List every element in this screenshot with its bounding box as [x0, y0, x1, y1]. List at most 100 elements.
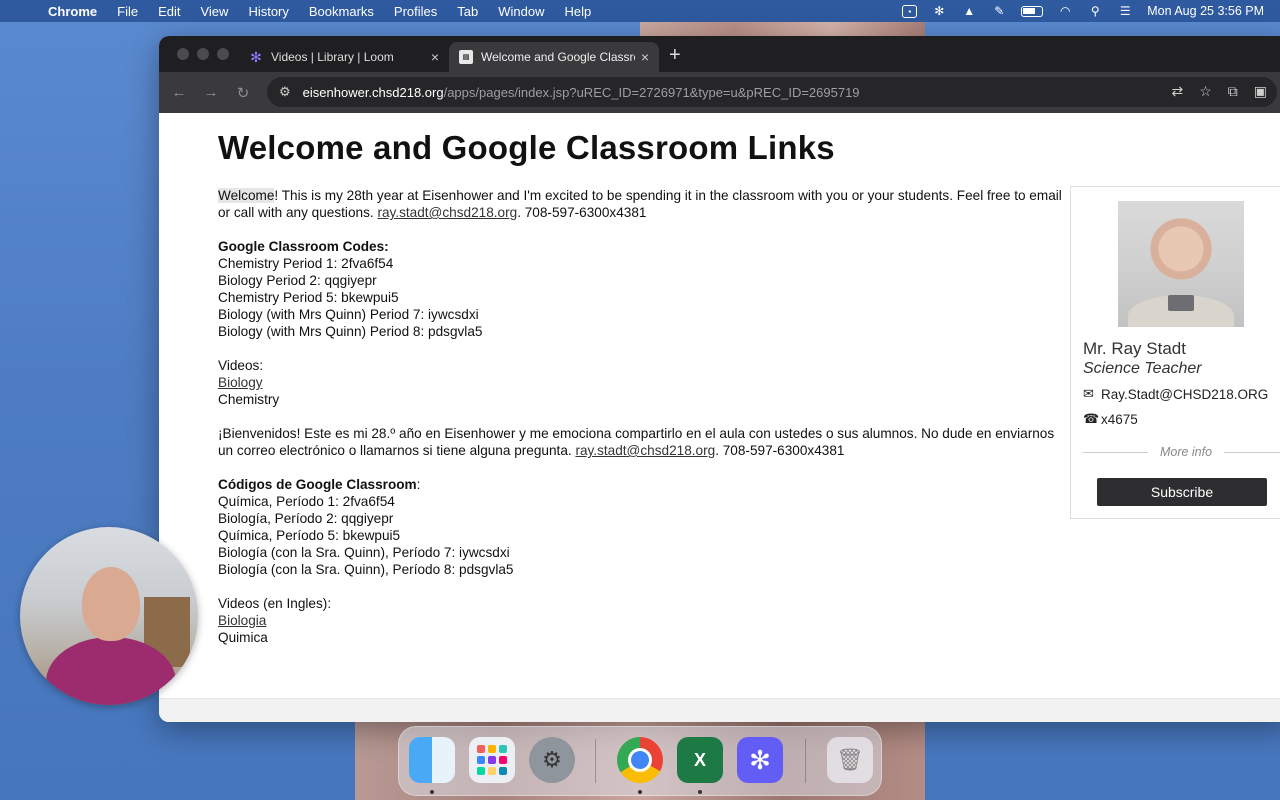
translate-icon[interactable]: ⇄: [1171, 83, 1183, 100]
site-info-icon[interactable]: ⚙: [279, 84, 291, 100]
menu-file[interactable]: File: [117, 4, 138, 19]
browser-window: ✻ Videos | Library | Loom × ▤ Welcome an…: [159, 36, 1280, 722]
trash-icon[interactable]: 🗑: [827, 737, 873, 783]
intro-email-link[interactable]: ray.stadt@chsd218.org: [377, 205, 517, 220]
teacher-email[interactable]: Ray.Stadt@CHSD218.ORG: [1101, 387, 1268, 402]
more-info-link[interactable]: More info: [1148, 445, 1224, 459]
wifi-icon[interactable]: ◠: [1057, 4, 1073, 18]
envelope-icon: ✉: [1083, 386, 1094, 401]
es-email-link[interactable]: ray.stadt@chsd218.org: [575, 443, 715, 458]
address-bar[interactable]: ⚙ eisenhower.chsd218.org/apps/pages/inde…: [267, 77, 1277, 107]
close-tab-icon[interactable]: ×: [431, 49, 439, 65]
es-intro-paragraph: ¡Bienvenidos! Este es mi 28.º año en Eis…: [218, 425, 1063, 459]
extensions-icon[interactable]: ⧉: [1228, 83, 1238, 100]
clock-datetime[interactable]: Mon Aug 25 3:56 PM: [1147, 4, 1264, 18]
url-host: eisenhower.chsd218.org: [302, 84, 444, 100]
es-code-line: Química, Período 1: 2fva6f54: [218, 494, 395, 509]
menu-bar-status: ▪ ✻ ▲ ✎ ◠ ⚲ ☰ Mon Aug 25 3:56 PM: [902, 0, 1264, 22]
more-info-row[interactable]: More info: [1083, 445, 1280, 459]
menu-profiles[interactable]: Profiles: [394, 4, 437, 19]
page-body: Welcome! This is my 28th year at Eisenho…: [218, 187, 1063, 646]
finder-icon[interactable]: [409, 737, 455, 783]
tab-bar: ✻ Videos | Library | Loom × ▤ Welcome an…: [159, 36, 1280, 72]
intro-phone: . 708-597-6300x4381: [517, 205, 647, 220]
teacher-photo: [1118, 201, 1244, 327]
webcam-bubble[interactable]: [20, 527, 198, 705]
minimize-window-button[interactable]: [197, 48, 209, 60]
teacher-phone: x4675: [1101, 411, 1138, 427]
loom-status-icon[interactable]: ✻: [931, 4, 947, 18]
menu-tab[interactable]: Tab: [457, 4, 478, 19]
teacher-profile-card: Mr. Ray Stadt Science Teacher ✉ Ray.Stad…: [1070, 186, 1280, 519]
spotlight-search-icon[interactable]: ⚲: [1087, 4, 1103, 18]
excel-icon[interactable]: X: [677, 737, 723, 783]
code-line: Chemistry Period 5: bkewpui5: [218, 290, 399, 305]
drive-icon[interactable]: ▲: [961, 4, 977, 18]
chrome-icon[interactable]: [617, 737, 663, 783]
es-code-line: Biología, Período 2: qqgiyepr: [218, 511, 394, 526]
code-line: Biology (with Mrs Quinn) Period 8: pdsgv…: [218, 324, 483, 339]
es-codes-colon: :: [416, 477, 421, 492]
menu-help[interactable]: Help: [565, 4, 592, 19]
es-code-line: Biología (con la Sra. Quinn), Período 7:…: [218, 545, 510, 560]
page-footer-strip: [159, 698, 1280, 722]
teacher-name: Mr. Ray Stadt: [1083, 339, 1186, 358]
battery-icon[interactable]: [1021, 5, 1044, 17]
loom-app-icon[interactable]: ✻: [737, 737, 783, 783]
teacher-phone-row: ☎ x4675: [1083, 411, 1138, 427]
videos-biology-link[interactable]: Biology: [218, 375, 263, 390]
dock: ⚙ X ✻ 🗑: [398, 726, 882, 796]
reload-icon[interactable]: ↻: [227, 84, 259, 102]
menu-app-name[interactable]: Chrome: [48, 4, 97, 19]
menu-bar: Chrome File Edit View History Bookmarks …: [0, 0, 1280, 22]
es-code-line: Química, Período 5: bkewpui5: [218, 528, 401, 543]
side-panel-icon[interactable]: ▣: [1254, 83, 1267, 100]
pen-icon[interactable]: ✎: [991, 4, 1007, 18]
videos-label: Videos:: [218, 358, 264, 373]
teacher-email-row[interactable]: ✉ Ray.Stadt@CHSD218.ORG: [1083, 386, 1268, 402]
es-videos-quimica: Quimica: [218, 630, 268, 645]
es-codes-heading-line: Códigos de Google Classroom:: [218, 476, 1063, 493]
tab-title: Welcome and Google Classroom Links: [481, 50, 635, 64]
page-icon: ▤: [459, 50, 473, 64]
control-center-icon[interactable]: ☰: [1117, 4, 1133, 18]
menu-history[interactable]: History: [248, 4, 288, 19]
code-line: Biology (with Mrs Quinn) Period 7: iywcs…: [218, 307, 479, 322]
codes-heading: Google Classroom Codes:: [218, 239, 389, 254]
es-videos-label: Videos (en Ingles):: [218, 596, 332, 611]
url-path: /apps/pages/index.jsp?uREC_ID=2726971&ty…: [443, 84, 860, 100]
bookmark-star-icon[interactable]: ☆: [1199, 83, 1212, 100]
launchpad-icon[interactable]: [469, 737, 515, 783]
menu-bookmarks[interactable]: Bookmarks: [309, 4, 374, 19]
welcome-word: Welcome: [218, 188, 275, 203]
browser-toolbar: ← → ↻ ⚙ eisenhower.chsd218.org/apps/page…: [159, 72, 1280, 113]
intro-paragraph: Welcome! This is my 28th year at Eisenho…: [218, 187, 1063, 221]
teacher-role: Science Teacher: [1083, 360, 1202, 377]
code-line: Biology Period 2: qqgiyepr: [218, 273, 377, 288]
new-tab-icon[interactable]: +: [669, 44, 681, 67]
menu-view[interactable]: View: [200, 4, 228, 19]
tab-welcome-page[interactable]: ▤ Welcome and Google Classroom Links ×: [449, 42, 659, 72]
es-codes-heading: Códigos de Google Classroom: [218, 477, 417, 492]
menu-window[interactable]: Window: [498, 4, 544, 19]
back-arrow-icon[interactable]: ←: [163, 84, 195, 101]
tab-title: Videos | Library | Loom: [271, 50, 394, 64]
loom-icon: ✻: [250, 48, 262, 65]
system-settings-icon[interactable]: ⚙: [529, 737, 575, 783]
tab-loom-library[interactable]: ✻ Videos | Library | Loom ×: [239, 42, 449, 72]
code-line: Chemistry Period 1: 2fva6f54: [218, 256, 394, 271]
zoom-window-button[interactable]: [217, 48, 229, 60]
page-content: Welcome and Google Classroom Links Welco…: [159, 113, 1280, 722]
close-tab-icon[interactable]: ×: [641, 49, 649, 65]
close-window-button[interactable]: [177, 48, 189, 60]
window-controls: [177, 48, 229, 60]
subscribe-button[interactable]: Subscribe: [1097, 478, 1267, 506]
es-videos-biologia-link[interactable]: Biologia: [218, 613, 266, 628]
es-code-line: Biología (con la Sra. Quinn), Período 8:…: [218, 562, 514, 577]
phone-icon: ☎: [1083, 411, 1100, 426]
address-bar-actions: ⇄ ☆ ⧉ ▣: [1171, 83, 1267, 100]
page-title: Welcome and Google Classroom Links: [218, 129, 835, 166]
forward-arrow-icon[interactable]: →: [195, 84, 227, 101]
screen-record-icon[interactable]: ▪: [902, 4, 918, 18]
menu-edit[interactable]: Edit: [158, 4, 180, 19]
